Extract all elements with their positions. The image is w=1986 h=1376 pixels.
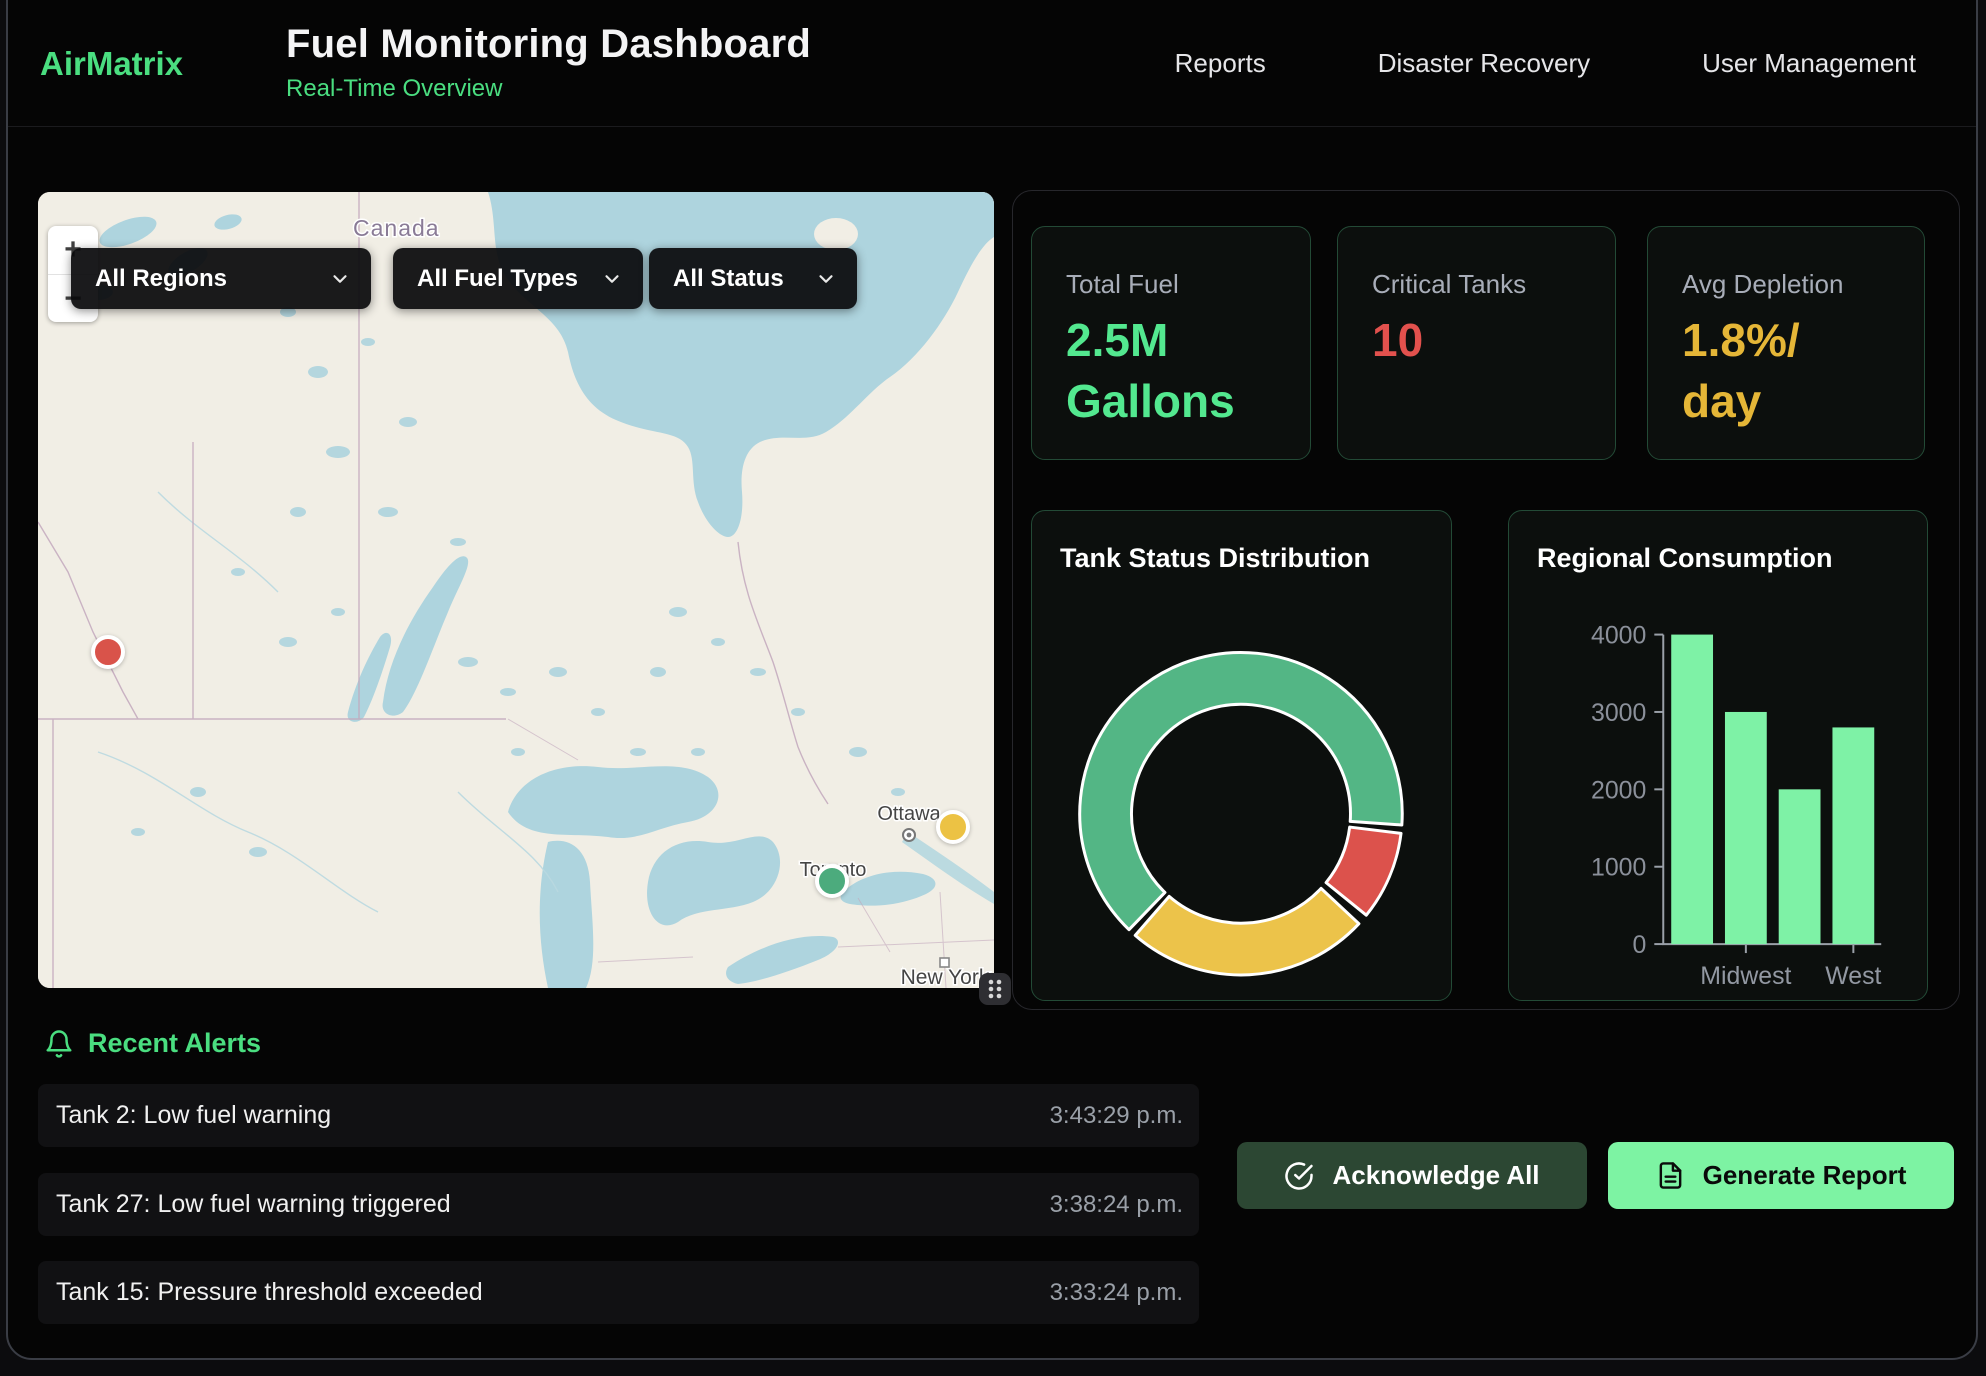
acknowledge-all-label: Acknowledge All bbox=[1332, 1160, 1539, 1191]
fuel-type-filter-value: All Fuel Types bbox=[417, 265, 578, 293]
stat-label: Avg Depletion bbox=[1682, 269, 1924, 300]
region-filter-select[interactable]: All Regions bbox=[71, 248, 371, 309]
svg-text:4000: 4000 bbox=[1591, 622, 1646, 650]
page-subtitle: Real-Time Overview bbox=[286, 75, 811, 103]
svg-text:2000: 2000 bbox=[1591, 776, 1646, 804]
svg-text:West: West bbox=[1825, 962, 1881, 990]
nav-item-reports[interactable]: Reports bbox=[1175, 48, 1266, 79]
main-nav: Reports Disaster Recovery User Managemen… bbox=[1175, 0, 1916, 127]
svg-text:Midwest: Midwest bbox=[1700, 962, 1791, 990]
nav-item-disaster-recovery[interactable]: Disaster Recovery bbox=[1378, 48, 1590, 79]
acknowledge-all-button[interactable]: Acknowledge All bbox=[1237, 1142, 1587, 1209]
tank-marker-normal[interactable] bbox=[815, 864, 849, 898]
metrics-panel: Total Fuel 2.5MGallons Critical Tanks 10… bbox=[1012, 190, 1960, 1010]
fuel-type-filter-select[interactable]: All Fuel Types bbox=[393, 248, 643, 309]
generate-report-button[interactable]: Generate Report bbox=[1608, 1142, 1954, 1209]
alerts-title: Recent Alerts bbox=[88, 1028, 261, 1059]
regional-consumption-card: Regional Consumption 01000200030004000Mi… bbox=[1508, 510, 1928, 1001]
alert-message: Tank 27: Low fuel warning triggered bbox=[56, 1190, 451, 1219]
nav-item-user-management[interactable]: User Management bbox=[1702, 48, 1916, 79]
map-filter-bar: All Regions All Fuel Types All Status bbox=[71, 248, 857, 309]
city-label-ottawa: Ottawa bbox=[877, 803, 941, 825]
svg-text:1000: 1000 bbox=[1591, 854, 1646, 882]
alert-message: Tank 2: Low fuel warning bbox=[56, 1101, 331, 1130]
stat-label: Total Fuel bbox=[1066, 269, 1310, 300]
bell-icon bbox=[44, 1029, 74, 1059]
alert-timestamp: 3:43:29 p.m. bbox=[1050, 1102, 1183, 1130]
chevron-down-icon bbox=[329, 268, 351, 290]
alert-row[interactable]: Tank 27: Low fuel warning triggered 3:38… bbox=[38, 1173, 1199, 1236]
generate-report-label: Generate Report bbox=[1703, 1160, 1907, 1191]
stat-card-avg-depletion: Avg Depletion 1.8%/day bbox=[1647, 226, 1925, 460]
alert-row[interactable]: Tank 15: Pressure threshold exceeded 3:3… bbox=[38, 1261, 1199, 1324]
alert-timestamp: 3:38:24 p.m. bbox=[1050, 1191, 1183, 1219]
stat-label: Critical Tanks bbox=[1372, 269, 1615, 300]
report-document-icon bbox=[1656, 1161, 1685, 1190]
alert-timestamp: 3:33:24 p.m. bbox=[1050, 1279, 1183, 1307]
alert-row[interactable]: Tank 2: Low fuel warning 3:43:29 p.m. bbox=[38, 1084, 1199, 1147]
chevron-down-icon bbox=[815, 268, 837, 290]
tank-status-card: Tank Status Distribution bbox=[1031, 510, 1452, 1001]
stat-value-avg-depletion: 1.8%/day bbox=[1682, 310, 1924, 431]
stat-card-total-fuel: Total Fuel 2.5MGallons bbox=[1031, 226, 1311, 460]
alert-message: Tank 15: Pressure threshold exceeded bbox=[56, 1278, 483, 1307]
header: AirMatrix Fuel Monitoring Dashboard Real… bbox=[8, 0, 1976, 127]
city-label-new-york: New York bbox=[901, 966, 990, 988]
status-filter-select[interactable]: All Status bbox=[649, 248, 857, 309]
alerts-header: Recent Alerts bbox=[44, 1028, 261, 1059]
regional-consumption-chart: 0 1000 2000 3000 4000 Midwest West bbox=[1509, 511, 1927, 1000]
map-container[interactable]: Canada Ottawa Toronto New York + − All R… bbox=[38, 192, 994, 988]
tank-marker-warning[interactable] bbox=[936, 810, 970, 844]
country-label: Canada bbox=[353, 215, 440, 241]
tank-marker-critical[interactable] bbox=[91, 635, 125, 669]
svg-text:0: 0 bbox=[1632, 931, 1646, 959]
map-resize-handle[interactable] bbox=[979, 973, 1011, 1005]
page-title: Fuel Monitoring Dashboard bbox=[286, 22, 811, 67]
region-filter-value: All Regions bbox=[95, 265, 227, 293]
grip-dots-icon bbox=[984, 977, 1006, 1001]
title-block: Fuel Monitoring Dashboard Real-Time Over… bbox=[286, 22, 811, 103]
stat-card-critical-tanks: Critical Tanks 10 bbox=[1337, 226, 1616, 460]
map-canvas[interactable]: Canada Ottawa Toronto New York bbox=[38, 192, 994, 988]
stat-value-critical-tanks: 10 bbox=[1372, 310, 1615, 371]
svg-text:3000: 3000 bbox=[1591, 699, 1646, 727]
brand-logo: AirMatrix bbox=[40, 0, 183, 127]
tank-status-donut bbox=[1032, 511, 1451, 1000]
stat-value-total-fuel: 2.5MGallons bbox=[1066, 310, 1310, 431]
chevron-down-icon bbox=[601, 268, 623, 290]
check-circle-icon bbox=[1284, 1161, 1314, 1191]
status-filter-value: All Status bbox=[673, 265, 784, 293]
